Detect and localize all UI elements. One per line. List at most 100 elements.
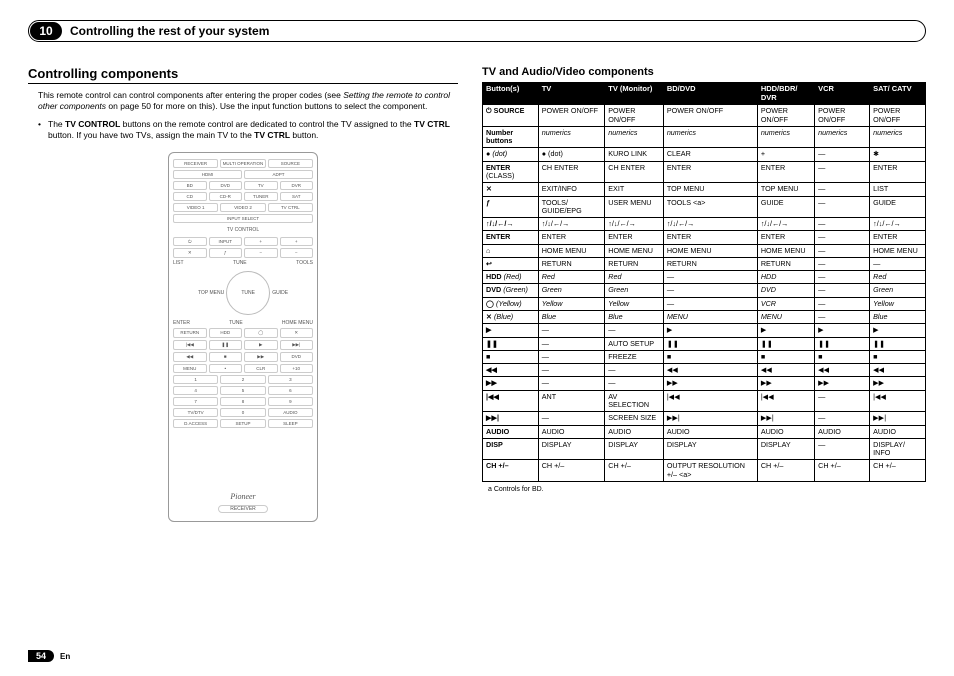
function-cell: numerics [605,126,664,148]
function-cell: — [815,257,870,270]
function-cell: AUDIO [605,425,664,438]
function-cell: — [663,297,757,310]
table-row: ▶——▶▶▶▶ [483,324,926,337]
section-heading: Controlling components [28,66,458,84]
table-header: TV [538,83,605,105]
function-cell: — [815,390,870,412]
chapter-title: Controlling the rest of your system [70,24,269,38]
table-header: TV (Monitor) [605,83,664,105]
function-cell: AUDIO [538,425,605,438]
function-cell: — [538,337,605,350]
function-cell: — [663,284,757,297]
function-cell: — [815,218,870,231]
function-cell: Yellow [870,297,926,310]
table-row: ◯ (Yellow)YellowYellow—VCR—Yellow [483,297,926,310]
button-name-cell: ◀◀ [483,364,539,377]
button-name-cell: ▶ [483,324,539,337]
function-cell: ● (dot) [538,148,605,161]
function-cell: Red [870,271,926,284]
function-cell: — [815,231,870,244]
function-cell: ↑/↓/←/→ [663,218,757,231]
function-cell: Green [538,284,605,297]
function-cell: HDD [757,271,814,284]
function-cell: SCREEN SIZE [605,412,664,425]
function-cell: ▶▶| [663,412,757,425]
function-cell: DVD [757,284,814,297]
function-cell: DISPLAY [663,438,757,460]
function-cell: CH ENTER [538,161,605,183]
function-cell: ■ [815,350,870,363]
function-cell: ↑/↓/←/→ [605,218,664,231]
function-cell: AUDIO [757,425,814,438]
function-cell: RETURN [757,257,814,270]
function-cell: VCR [757,297,814,310]
function-cell: ENTER [757,231,814,244]
function-cell: — [815,438,870,460]
function-cell: HOME MENU [538,244,605,257]
function-cell: |◀◀ [870,390,926,412]
function-cell: POWER ON/OFF [605,105,664,127]
function-cell: RETURN [605,257,664,270]
table-row: AUDIOAUDIOAUDIOAUDIOAUDIOAUDIOAUDIO [483,425,926,438]
function-cell: GUIDE [870,196,926,218]
page-number: 54 [28,650,54,662]
function-cell: ■ [663,350,757,363]
function-cell: — [538,412,605,425]
button-name-cell: ▶▶ [483,377,539,390]
button-name-cell: ↩ [483,257,539,270]
function-cell: AUTO SETUP [605,337,664,350]
table-row: ● (dot)● (dot)KURO LINKCLEAR+—✱ [483,148,926,161]
function-cell: Red [538,271,605,284]
table-row: ↑/↓/←/→↑/↓/←/→↑/↓/←/→↑/↓/←/→↑/↓/←/→—↑/↓/… [483,218,926,231]
table-row: Number buttonsnumericsnumericsnumericsnu… [483,126,926,148]
function-cell: — [538,377,605,390]
function-cell: — [538,364,605,377]
chapter-number: 10 [30,22,62,40]
function-cell: — [538,324,605,337]
function-cell: CLEAR [663,148,757,161]
function-cell: Green [605,284,664,297]
function-cell: ENTER [663,161,757,183]
page-footer: 54 En [28,650,70,662]
remote-illustration: RECEIVERMULTI OPERATIONSOURCE HDMIADPT B… [168,152,318,522]
function-cell: FREEZE [605,350,664,363]
function-cell: HOME MENU [605,244,664,257]
function-cell: ENTER [538,231,605,244]
table-row: ENTERENTERENTERENTERENTER—ENTER [483,231,926,244]
function-cell: numerics [815,126,870,148]
table-row: HDD (Red)RedRed—HDD—Red [483,271,926,284]
function-cell: HOME MENU [870,244,926,257]
function-cell: — [815,183,870,196]
button-name-cell: Number buttons [483,126,539,148]
function-cell: ▶ [663,324,757,337]
function-cell: KURO LINK [605,148,664,161]
function-cell: POWER ON/OFF [815,105,870,127]
button-name-cell: ⌂ [483,244,539,257]
function-cell: — [663,271,757,284]
function-cell: Red [605,271,664,284]
function-cell: — [815,297,870,310]
function-cell: RETURN [538,257,605,270]
button-name-cell: ▶▶| [483,412,539,425]
function-cell: ▶▶ [870,377,926,390]
function-cell: AUDIO [663,425,757,438]
table-row: CH +/–CH +/–CH +/–OUTPUT RESOLUTION +/– … [483,460,926,482]
function-cell: numerics [757,126,814,148]
function-cell: EXIT [605,183,664,196]
function-cell: — [870,257,926,270]
function-cell: ENTER [757,161,814,183]
function-cell: ▶▶ [815,377,870,390]
table-row: ⌂HOME MENUHOME MENUHOME MENUHOME MENU—HO… [483,244,926,257]
function-cell: ↑/↓/←/→ [870,218,926,231]
function-cell: OUTPUT RESOLUTION +/– <a> [663,460,757,482]
table-row: ↩RETURNRETURNRETURNRETURN—— [483,257,926,270]
function-cell: numerics [663,126,757,148]
button-name-cell: ⏻ SOURCE [483,105,539,127]
table-row: ▶▶——▶▶▶▶▶▶▶▶ [483,377,926,390]
button-name-cell: DVD (Green) [483,284,539,297]
function-cell: ▶ [757,324,814,337]
function-cell: numerics [870,126,926,148]
function-cell: DISPLAY [538,438,605,460]
table-heading: TV and Audio/Video components [482,66,926,78]
function-cell: — [605,364,664,377]
